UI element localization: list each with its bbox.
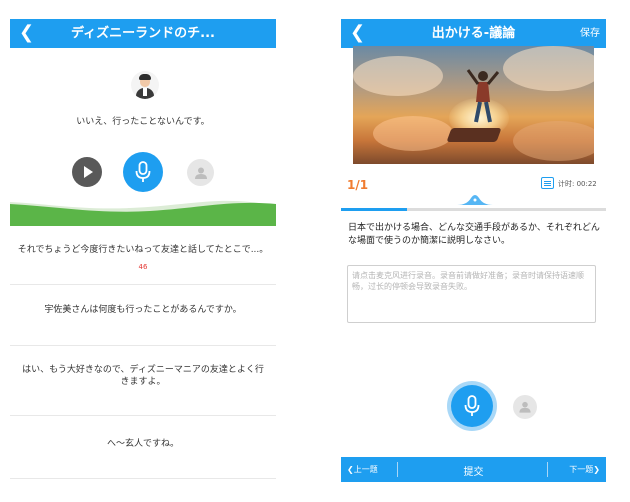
person-icon [519, 401, 531, 413]
dialogue-text: へ〜玄人ですね。 [106, 439, 179, 449]
save-button[interactable]: 保存 [580, 28, 600, 40]
topic-image [353, 46, 594, 164]
page-title: 出かける-議論 [431, 26, 516, 41]
microphone-icon [464, 395, 480, 416]
divider [10, 284, 276, 285]
discussion-screen: ❮ 出かける-議論 保存 1/1 计时: 00:22 日本で出かける場合、どんな… [341, 0, 606, 502]
record-button[interactable] [123, 152, 163, 192]
progress-fill [341, 208, 408, 211]
play-button[interactable] [72, 157, 102, 187]
divider [10, 415, 276, 416]
page-title: ディズニーランドのチ... [71, 26, 215, 41]
next-question-button[interactable]: 下一题❯ [569, 464, 600, 475]
user-avatar-button[interactable] [187, 159, 214, 186]
timer-display: 计时: 00:22 [558, 180, 597, 188]
divider [547, 462, 548, 477]
answer-placeholder: 请点击麦克风进行录音。录音前请做好准备；录音时请保持语速顺畅，过长的停顿会导致录… [352, 271, 584, 291]
score-badge: 46 [138, 263, 148, 271]
progress-bar [341, 208, 606, 211]
bottom-navigation: ❮上一题 提交 下一题❯ [341, 457, 606, 482]
dialogue-text: 宇佐美さんは何度も行ったことがあるんですか。 [44, 305, 242, 315]
dialogue-text: それでちょうど今度行きたいねって友達と話してたとこで...。 [17, 245, 269, 255]
person-icon [194, 167, 207, 179]
play-icon [84, 166, 93, 178]
speaker-avatar [131, 71, 159, 99]
question-counter: 1/1 [347, 178, 369, 192]
divider [10, 478, 276, 479]
answer-textarea[interactable]: 请点击麦克风进行录音。录音前请做好准备；录音时请保持语速顺畅，过长的停顿会导致录… [347, 265, 596, 323]
header-bar: ❮ 出かける-議論 保存 [341, 19, 606, 48]
divider [10, 345, 276, 346]
record-button[interactable] [451, 385, 493, 427]
progress-indicator [457, 195, 493, 205]
user-avatar-button[interactable] [513, 395, 537, 419]
dialogue-screen: ❮ ディズニーランドのチ... いいえ、行ったことないんです。 それでちょうど今… [10, 0, 276, 502]
question-text: 日本で出かける場合、どんな交通手段があるか、それぞれどんな場面で使うのか簡潔に説… [348, 223, 600, 246]
list-icon [541, 177, 554, 189]
next-label: 下一题 [569, 465, 594, 474]
chevron-right-icon: ❯ [593, 465, 600, 474]
speaker-line: いいえ、行ったことないんです。 [76, 117, 210, 127]
header-bar: ❮ ディズニーランドのチ... [10, 19, 276, 48]
microphone-icon [135, 161, 151, 182]
dialogue-text: はい、もう大好きなので、ディズニーマニアの友達とよく行きますよ。 [22, 365, 264, 387]
waveform-graphic [10, 200, 276, 226]
submit-button[interactable]: 提交 [341, 463, 606, 478]
